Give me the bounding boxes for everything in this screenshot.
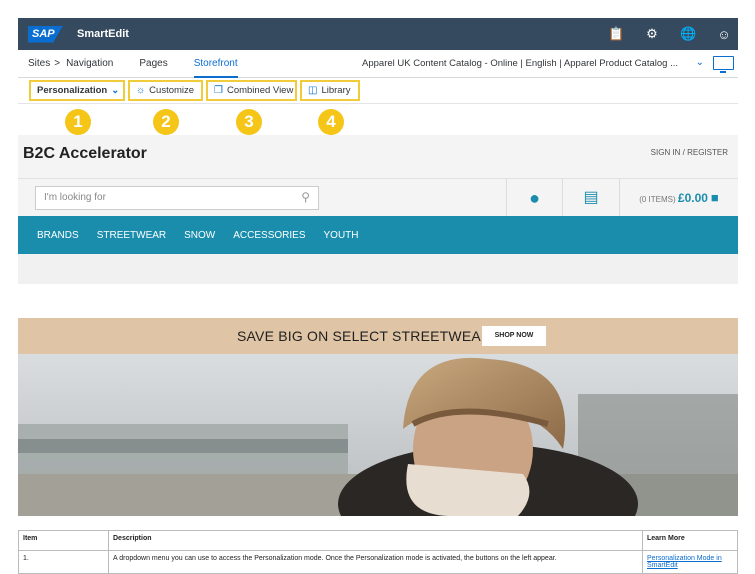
customize-icon: ☼ (136, 85, 146, 96)
mini-cart[interactable]: (0 ITEMS) £0.00 ■ (619, 179, 738, 217)
sign-in-link[interactable]: SIGN IN / REGISTER (651, 148, 728, 157)
library-icon: ◫ (308, 85, 318, 96)
personalization-toolbar: Personalization ⌄ ☼ Customize ❐ Combined Vi… (18, 78, 738, 104)
promo-banner: SAVE BIG ON SELECT STREETWEAR SHOP NOW (18, 318, 738, 354)
breadcrumb-separator-icon: > (54, 58, 61, 69)
row-learn-more: Personalization Mode in SmartEdit (642, 550, 738, 574)
row-item: 1. (18, 550, 109, 574)
personalization-label: Personalization (37, 85, 108, 96)
callout-4: 4 (318, 109, 344, 135)
table-row: 1. A dropdown menu you can use to access… (18, 550, 738, 574)
combined-view-button[interactable]: ❐ Combined View (206, 80, 297, 101)
combined-view-label: Combined View (226, 85, 294, 96)
shop-now-button[interactable]: SHOP NOW (482, 326, 546, 346)
menu-item-streetwear[interactable]: STREETWEAR (97, 230, 166, 241)
table-header-item: Item (18, 530, 109, 551)
empty-slot (18, 254, 738, 284)
device-preview-icon[interactable] (713, 56, 734, 73)
app-title: SmartEdit (77, 28, 129, 40)
search-input[interactable]: I'm looking for ⚲ (35, 186, 319, 210)
gear-icon[interactable]: ⚙ (644, 26, 660, 42)
globe-icon[interactable]: 🌐 (680, 26, 696, 42)
cart-icon: ■ (710, 190, 719, 205)
nav-pages[interactable]: Pages (139, 58, 167, 69)
user-icon[interactable]: ☺ (716, 27, 732, 42)
customize-label: Customize (149, 85, 195, 96)
combined-view-icon: ❐ (214, 85, 223, 96)
library-button[interactable]: ◫ Library (300, 80, 360, 101)
sap-logo: SAP (28, 25, 63, 43)
table-header-description: Description (108, 530, 643, 551)
nav-sites[interactable]: Sites (28, 58, 50, 69)
category-menu: BRANDS STREETWEAR SNOW ACCESSORIES YOUTH (18, 216, 738, 254)
cart-total: £0.00 (677, 191, 708, 205)
quick-order-icon[interactable]: ▤ (562, 179, 619, 217)
banner-text: SAVE BIG ON SELECT STREETWEAR (237, 328, 492, 344)
search-icon[interactable]: ⚲ (301, 190, 310, 204)
library-label: Library (321, 85, 351, 96)
callout-1: 1 (65, 109, 91, 135)
storefront-header: B2C Accelerator SIGN IN / REGISTER (18, 135, 738, 178)
personalization-dropdown[interactable]: Personalization ⌄ (29, 80, 125, 101)
menu-item-brands[interactable]: BRANDS (37, 230, 79, 241)
hero-image[interactable] (18, 354, 738, 516)
learn-more-link[interactable]: Personalization Mode in SmartEdit (647, 555, 722, 569)
chevron-down-icon: ⌄ (111, 85, 120, 96)
menu-item-snow[interactable]: SNOW (184, 230, 215, 241)
callout-2: 2 (153, 109, 179, 135)
nav-storefront[interactable]: Storefront (193, 50, 238, 78)
callout-3: 3 (236, 109, 262, 135)
smartedit-window: SAP SmartEdit 📋 ⚙ 🌐 ☺ Sites > Navigation… (18, 18, 738, 516)
table-header-learn-more: Learn More (642, 530, 738, 551)
cart-items: (0 ITEMS) (639, 195, 676, 204)
chevron-down-icon[interactable]: ⌄ (696, 57, 704, 68)
shell-bar: SAP SmartEdit 📋 ⚙ 🌐 ☺ (18, 18, 738, 50)
menu-item-accessories[interactable]: ACCESSORIES (233, 230, 305, 241)
store-locator-icon[interactable]: ● (506, 179, 562, 217)
row-description: A dropdown menu you can use to access th… (108, 550, 643, 574)
search-row: I'm looking for ⚲ ● ▤ (0 ITEMS) £0.00 ■ (18, 178, 738, 217)
clipboard-icon[interactable]: 📋 (608, 26, 624, 42)
top-navigation: Sites > Navigation Pages Storefront Appa… (18, 50, 738, 78)
nav-navigation[interactable]: Navigation (66, 58, 113, 69)
item-description-table: Item Description Learn More 1. A dropdow… (18, 530, 738, 574)
catalog-selector[interactable]: Apparel UK Content Catalog - Online | En… (362, 50, 678, 78)
menu-item-youth[interactable]: YOUTH (324, 230, 359, 241)
customize-button[interactable]: ☼ Customize (128, 80, 203, 101)
site-logo[interactable]: B2C Accelerator (23, 145, 147, 163)
search-placeholder: I'm looking for (44, 192, 106, 203)
